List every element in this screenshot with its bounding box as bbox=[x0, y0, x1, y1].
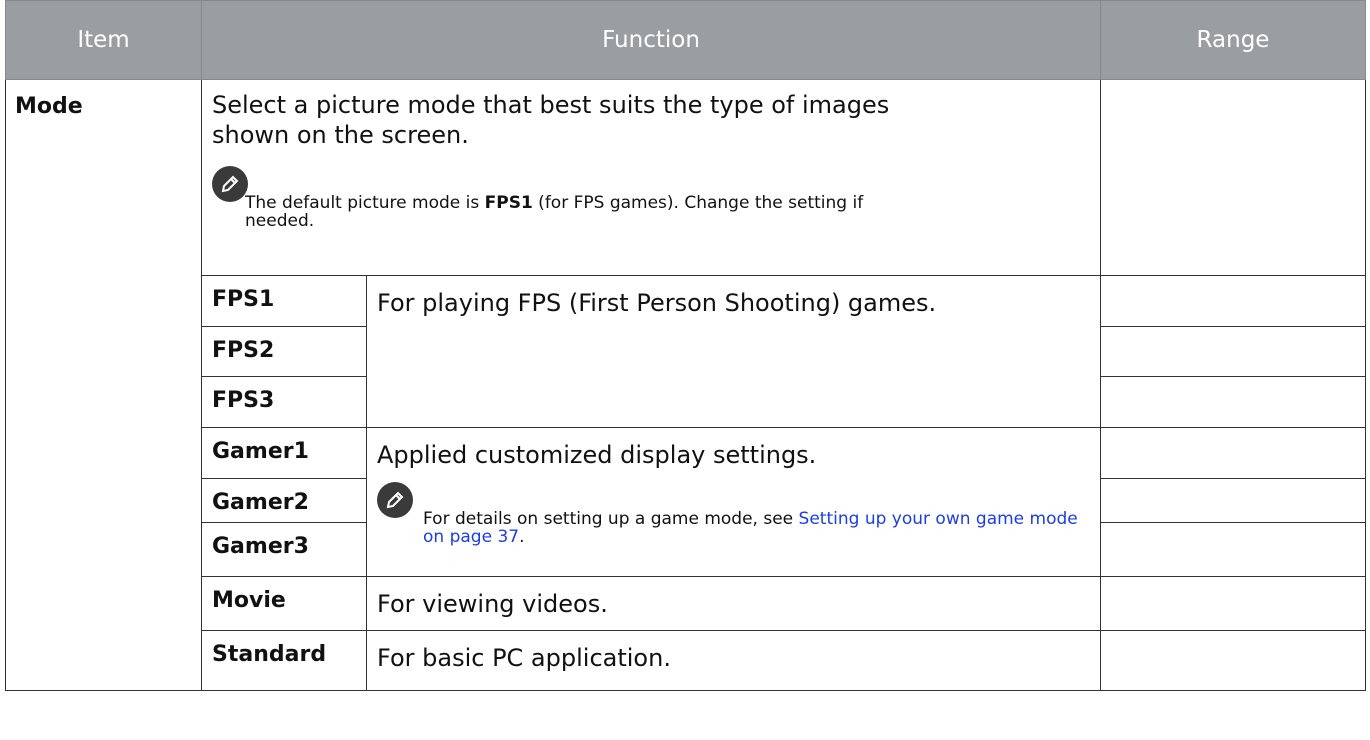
header-item: Item bbox=[5, 0, 202, 80]
mode-note-bold: FPS1 bbox=[484, 193, 533, 213]
range-cell-fps2 bbox=[1100, 326, 1366, 377]
fps3-label: FPS3 bbox=[212, 388, 275, 413]
movie-description: For viewing videos. bbox=[377, 590, 608, 618]
range-cell-mode bbox=[1100, 79, 1366, 276]
gamer1-cell: Gamer1 bbox=[201, 427, 367, 479]
range-cell-fps1 bbox=[1100, 275, 1366, 327]
header-function: Function bbox=[201, 0, 1101, 80]
fps1-label: FPS1 bbox=[212, 287, 275, 312]
gamer-description: Applied customized display settings. bbox=[377, 441, 817, 469]
mode-description-cell: Select a picture mode that best suits th… bbox=[201, 79, 1101, 276]
movie-desc-cell: For viewing videos. bbox=[366, 576, 1101, 631]
fps1-cell: FPS1 bbox=[201, 275, 367, 327]
gamer3-cell: Gamer3 bbox=[201, 522, 367, 577]
range-cell-fps3 bbox=[1100, 376, 1366, 428]
range-cell-gamer3 bbox=[1100, 522, 1366, 577]
range-cell-gamer2 bbox=[1100, 478, 1366, 523]
header-range: Range bbox=[1100, 0, 1366, 80]
range-cell-movie bbox=[1100, 576, 1366, 631]
gamer2-label: Gamer2 bbox=[212, 490, 309, 515]
settings-table: Item Function Range Mode Select a pictur… bbox=[5, 0, 1366, 691]
mode-cell: Mode bbox=[5, 79, 202, 691]
fps3-cell: FPS3 bbox=[201, 376, 367, 428]
fps-description: For playing FPS (First Person Shooting) … bbox=[377, 289, 937, 317]
range-cell-standard bbox=[1100, 630, 1366, 691]
gamer3-label: Gamer3 bbox=[212, 534, 309, 559]
pencil-note-icon bbox=[212, 166, 248, 202]
standard-description: For basic PC application. bbox=[377, 644, 671, 672]
fps2-label: FPS2 bbox=[212, 338, 275, 363]
gamer-note-text: For details on setting up a game mode, s… bbox=[423, 509, 799, 529]
gamer-note-end: . bbox=[519, 527, 525, 547]
gamer-desc-cell: Applied customized display settings. For… bbox=[366, 427, 1101, 577]
standard-cell: Standard bbox=[201, 630, 367, 691]
fps-desc-cell: For playing FPS (First Person Shooting) … bbox=[366, 275, 1101, 428]
standard-desc-cell: For basic PC application. bbox=[366, 630, 1101, 691]
movie-label: Movie bbox=[212, 588, 286, 613]
gamer-note: For details on setting up a game mode, s… bbox=[377, 482, 1100, 546]
pencil-note-icon bbox=[377, 482, 413, 518]
mode-description: Select a picture mode that best suits th… bbox=[212, 91, 890, 149]
standard-label: Standard bbox=[212, 642, 327, 667]
range-cell-gamer1 bbox=[1100, 427, 1366, 479]
movie-cell: Movie bbox=[201, 576, 367, 631]
mode-note: The default picture mode is FPS1 (for FP… bbox=[212, 166, 1090, 236]
gamer1-label: Gamer1 bbox=[212, 439, 309, 464]
mode-label: Mode bbox=[15, 94, 83, 119]
mode-note-prefix: The default picture mode is bbox=[245, 193, 485, 213]
gamer2-cell: Gamer2 bbox=[201, 478, 367, 523]
fps2-cell: FPS2 bbox=[201, 326, 367, 377]
